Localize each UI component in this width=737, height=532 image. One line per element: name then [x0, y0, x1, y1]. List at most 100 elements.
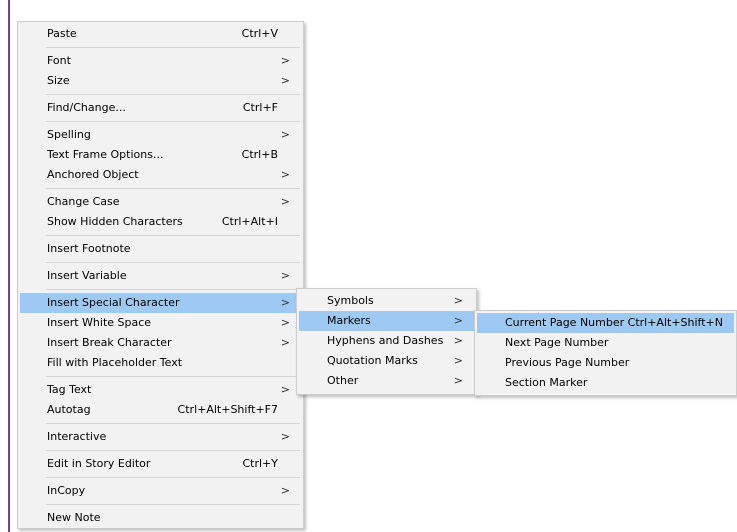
menu-item-find-change[interactable]: Find/Change... Ctrl+F	[20, 98, 301, 118]
chevron-right-icon: >	[280, 296, 290, 309]
chevron-right-icon: >	[280, 484, 290, 497]
menu-item-label: Fill with Placeholder Text	[47, 356, 183, 369]
menu-item-shortcut: Ctrl+B	[241, 148, 278, 161]
menu-item-autotag[interactable]: Autotag Ctrl+Alt+Shift+F7	[20, 400, 301, 420]
menu-item-label: Insert White Space	[47, 316, 152, 329]
menu-item-label: Tag Text	[47, 383, 92, 396]
chevron-right-icon: >	[280, 269, 290, 282]
menu-item-size[interactable]: Size >	[20, 71, 301, 91]
menu-item-shortcut: Ctrl+Alt+Shift+N	[627, 316, 723, 329]
menu-item-next-page-number[interactable]: Next Page Number	[477, 333, 734, 353]
menu-separator	[46, 188, 300, 189]
menu-item-shortcut: Ctrl+F	[242, 101, 278, 114]
menu-item-insert-white-space[interactable]: Insert White Space >	[20, 313, 301, 333]
menu-item-edit-in-story-editor[interactable]: Edit in Story Editor Ctrl+Y	[20, 454, 301, 474]
menu-item-interactive[interactable]: Interactive >	[20, 427, 301, 447]
chevron-right-icon: >	[280, 74, 290, 87]
menu-item-label: Insert Break Character	[47, 336, 172, 349]
menu-item-change-case[interactable]: Change Case >	[20, 192, 301, 212]
menu-separator	[46, 289, 300, 290]
menu-item-label: Previous Page Number	[505, 356, 630, 369]
menu-separator	[46, 376, 300, 377]
markers-submenu: Current Page Number Ctrl+Alt+Shift+N Next …	[474, 310, 737, 396]
chevron-right-icon: >	[280, 168, 290, 181]
menu-separator	[46, 450, 300, 451]
menu-item-label: Change Case	[47, 195, 120, 208]
menu-item-label: Paste	[47, 27, 77, 40]
menu-item-insert-footnote[interactable]: Insert Footnote	[20, 239, 301, 259]
menu-separator	[46, 504, 300, 505]
menu-item-label: Hyphens and Dashes	[327, 334, 444, 347]
chevron-right-icon: >	[453, 354, 463, 367]
menu-item-label: Interactive	[47, 430, 107, 443]
menu-separator	[46, 262, 300, 263]
menu-item-show-hidden-characters[interactable]: Show Hidden Characters Ctrl+Alt+I	[20, 212, 301, 232]
context-menu: Paste Ctrl+V Font > Size > Find/Change... Ctrl+…	[17, 21, 304, 529]
menu-item-label: Anchored Object	[47, 168, 139, 181]
chevron-right-icon: >	[280, 336, 290, 349]
menu-item-label: Next Page Number	[505, 336, 609, 349]
chevron-right-icon: >	[453, 334, 463, 347]
menu-item-label: New Note	[47, 511, 101, 524]
chevron-right-icon: >	[453, 294, 463, 307]
menu-item-label: Symbols	[327, 294, 374, 307]
menu-item-shortcut: Ctrl+Alt+I	[221, 215, 278, 228]
menu-item-label: Show Hidden Characters	[47, 215, 183, 228]
menu-item-quotation-marks[interactable]: Quotation Marks >	[299, 351, 474, 371]
chevron-right-icon: >	[280, 430, 290, 443]
menu-item-spelling[interactable]: Spelling >	[20, 125, 301, 145]
menu-item-symbols[interactable]: Symbols >	[299, 291, 474, 311]
menu-item-fill-with-placeholder-text[interactable]: Fill with Placeholder Text	[20, 353, 301, 373]
document-window-edge	[8, 0, 10, 532]
menu-item-label: Quotation Marks	[327, 354, 418, 367]
menu-item-label: Insert Footnote	[47, 242, 131, 255]
menu-item-tag-text[interactable]: Tag Text >	[20, 380, 301, 400]
chevron-right-icon: >	[280, 54, 290, 67]
menu-item-label: Other	[327, 374, 359, 387]
menu-item-insert-special-character[interactable]: Insert Special Character >	[20, 293, 301, 313]
menu-item-insert-break-character[interactable]: Insert Break Character >	[20, 333, 301, 353]
menu-item-section-marker[interactable]: Section Marker	[477, 373, 734, 393]
menu-item-label: Autotag	[47, 403, 91, 416]
menu-separator	[46, 235, 300, 236]
menu-item-insert-variable[interactable]: Insert Variable >	[20, 266, 301, 286]
menu-item-current-page-number[interactable]: Current Page Number Ctrl+Alt+Shift+N	[477, 313, 734, 333]
menu-item-shortcut: Ctrl+Y	[242, 457, 278, 470]
menu-item-paste[interactable]: Paste Ctrl+V	[20, 24, 301, 44]
menu-item-markers[interactable]: Markers >	[299, 311, 474, 331]
menu-item-label: Markers	[327, 314, 371, 327]
menu-item-label: Size	[47, 74, 70, 87]
menu-item-shortcut: Ctrl+V	[241, 27, 278, 40]
menu-item-text-frame-options[interactable]: Text Frame Options... Ctrl+B	[20, 145, 301, 165]
page: Paste Ctrl+V Font > Size > Find/Change... Ctrl+…	[0, 0, 737, 532]
menu-item-label: Insert Variable	[47, 269, 127, 282]
chevron-right-icon: >	[453, 314, 463, 327]
menu-item-label: Section Marker	[505, 376, 588, 389]
menu-item-new-note[interactable]: New Note	[20, 508, 301, 528]
menu-item-font[interactable]: Font >	[20, 51, 301, 71]
menu-item-other[interactable]: Other >	[299, 371, 474, 391]
chevron-right-icon: >	[280, 195, 290, 208]
menu-item-shortcut: Ctrl+Alt+Shift+F7	[177, 403, 278, 416]
menu-item-label: Insert Special Character	[47, 296, 180, 309]
menu-item-anchored-object[interactable]: Anchored Object >	[20, 165, 301, 185]
chevron-right-icon: >	[280, 383, 290, 396]
menu-item-label: Find/Change...	[47, 101, 126, 114]
chevron-right-icon: >	[280, 128, 290, 141]
menu-item-hyphens-and-dashes[interactable]: Hyphens and Dashes >	[299, 331, 474, 351]
menu-item-label: Spelling	[47, 128, 91, 141]
menu-item-label: Text Frame Options...	[47, 148, 164, 161]
menu-item-label: Current Page Number	[505, 316, 625, 329]
menu-item-previous-page-number[interactable]: Previous Page Number	[477, 353, 734, 373]
menu-item-label: Edit in Story Editor	[47, 457, 151, 470]
menu-separator	[46, 477, 300, 478]
special-character-submenu: Symbols > Markers > Hyphens and Dashes > Quota…	[296, 288, 477, 395]
menu-item-label: InCopy	[47, 484, 86, 497]
menu-item-label: Font	[47, 54, 71, 67]
chevron-right-icon: >	[453, 374, 463, 387]
menu-item-incopy[interactable]: InCopy >	[20, 481, 301, 501]
menu-separator	[46, 47, 300, 48]
chevron-right-icon: >	[280, 316, 290, 329]
menu-separator	[46, 94, 300, 95]
menu-separator	[46, 423, 300, 424]
